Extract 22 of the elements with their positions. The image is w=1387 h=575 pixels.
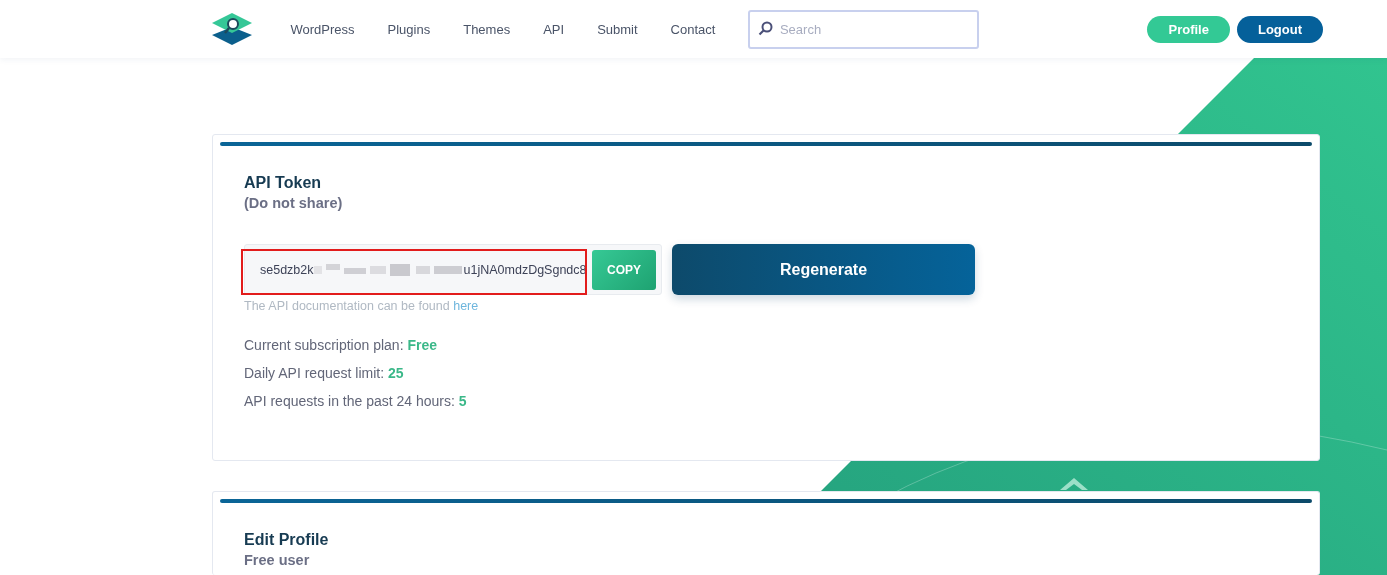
- card-title: API Token: [244, 174, 323, 192]
- nav-link[interactable]: API: [526, 21, 581, 37]
- token-value: se5dzb2k u1jNA0mdzDgSgndc8: [260, 262, 588, 277]
- redaction-icon: [313, 263, 464, 276]
- nav-link[interactable]: Submit: [580, 21, 655, 37]
- logout-button[interactable]: Logout: [1236, 15, 1323, 43]
- card-subtitle: (Do not share): [244, 195, 344, 211]
- logo-icon[interactable]: [212, 13, 252, 45]
- documentation-note: The API documentation can be found here: [244, 299, 480, 313]
- stat-line: API requests in the past 24 hours: 5: [244, 393, 468, 409]
- stat-line: Daily API request limit: 25: [244, 365, 405, 381]
- token-field[interactable]: se5dzb2k u1jNA0mdzDgSgndc8 COPY: [244, 244, 662, 295]
- nav-link[interactable]: Themes: [446, 21, 527, 37]
- nav-link[interactable]: WordPress: [274, 21, 372, 37]
- stat-line: Current subscription plan: Free: [244, 337, 438, 353]
- nav-link[interactable]: Contact: [654, 21, 732, 37]
- search-icon: [757, 20, 773, 36]
- regenerate-button[interactable]: Regenerate: [672, 244, 975, 295]
- search-field[interactable]: Search: [747, 9, 979, 49]
- card-subtitle: Free user: [244, 552, 311, 568]
- card-title: Edit Profile: [244, 531, 330, 549]
- nav-link[interactable]: Plugins: [371, 21, 447, 37]
